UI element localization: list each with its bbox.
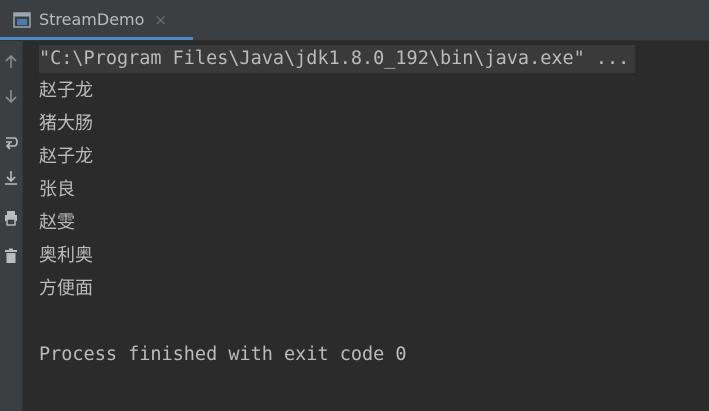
scroll-down-icon[interactable]: [0, 83, 22, 109]
exit-message: Process finished with exit code 0: [39, 344, 407, 365]
output-line: 张良: [39, 179, 75, 200]
soft-wrap-icon[interactable]: [0, 130, 22, 156]
output-line: 猪大肠: [39, 113, 93, 134]
output-line: 赵子龙: [39, 80, 93, 101]
command-line: "C:\Program Files\Java\jdk1.8.0_192\bin\…: [39, 45, 636, 73]
close-icon[interactable]: ×: [154, 10, 167, 30]
output-line: 赵子龙: [39, 146, 93, 167]
tab-streamdemo[interactable]: StreamDemo ×: [0, 0, 193, 40]
trash-icon[interactable]: [0, 243, 22, 269]
output-line: 赵雯: [39, 212, 75, 233]
console-output[interactable]: "C:\Program Files\Java\jdk1.8.0_192\bin\…: [23, 41, 709, 411]
output-line: 方便面: [39, 278, 93, 299]
print-icon[interactable]: [0, 205, 22, 231]
tab-title: StreamDemo: [39, 10, 145, 29]
run-tool-window: StreamDemo × "C:\Program Files\Java\jdk1…: [0, 0, 709, 411]
scroll-to-end-icon[interactable]: [0, 165, 22, 191]
run-tab-bar: StreamDemo ×: [0, 0, 709, 41]
scroll-up-icon[interactable]: [0, 49, 22, 75]
console-icon: [13, 12, 31, 28]
output-line: 奥利奥: [39, 245, 93, 266]
console-toolbar: [0, 41, 23, 411]
